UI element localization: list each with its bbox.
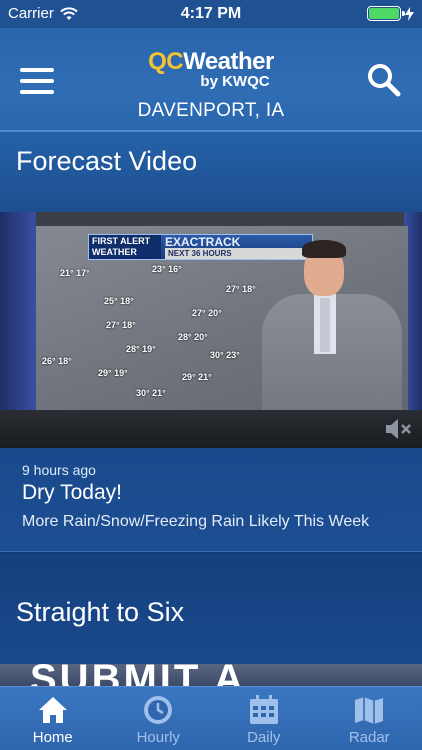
speaker-muted-icon xyxy=(386,419,411,439)
map-temp: 29° 21° xyxy=(182,372,212,382)
mute-button[interactable] xyxy=(384,416,414,442)
map-temp: 30° 23° xyxy=(210,350,240,360)
map-temp: 26° 18° xyxy=(42,356,72,366)
tab-bar: Home Hourly Daily Radar xyxy=(0,686,422,750)
status-time: 4:17 PM xyxy=(180,5,242,22)
logo-weather: Weather xyxy=(183,48,274,75)
straight-to-six-header: Straight to Six xyxy=(0,553,422,664)
home-icon xyxy=(38,697,67,723)
app-header: QCWeather by KWQC DAVENPORT, IA xyxy=(0,28,422,132)
map-temp: 25° 18° xyxy=(104,296,134,306)
logo-qc: QC xyxy=(148,48,184,75)
map-temp: 29° 19° xyxy=(98,368,128,378)
promo-text: SUBMIT A WEATHER xyxy=(30,664,245,686)
tab-hourly[interactable]: Hourly xyxy=(106,687,212,750)
article-title: Dry Today! xyxy=(22,481,122,504)
map-temp: 30° 21° xyxy=(136,388,166,398)
map-temp: 27° 20° xyxy=(192,308,222,318)
map-temp: 28° 20° xyxy=(178,332,208,342)
section-title-forecast-video: Forecast Video xyxy=(16,146,198,176)
article-timestamp: 9 hours ago xyxy=(22,462,96,478)
submit-weather-promo[interactable]: SUBMIT A WEATHER xyxy=(0,664,422,686)
article-card[interactable]: 9 hours ago Dry Today! More Rain/Snow/Fr… xyxy=(0,448,422,552)
tab-daily[interactable]: Daily xyxy=(211,687,317,750)
calendar-icon xyxy=(249,695,278,724)
location-label[interactable]: DAVENPORT, IA xyxy=(0,100,422,122)
banner-title: EXACTRACK xyxy=(165,235,241,249)
tab-radar[interactable]: Radar xyxy=(317,687,422,750)
search-button[interactable] xyxy=(366,62,402,98)
section-title-straight-to-six: Straight to Six xyxy=(16,597,185,627)
forecast-video-header: Forecast Video xyxy=(0,132,422,212)
battery-icon xyxy=(367,6,405,21)
banner-badge: FIRST ALERT WEATHER xyxy=(89,235,161,259)
tab-label: Daily xyxy=(247,729,281,746)
map-temp: 23° 16° xyxy=(152,264,182,274)
map-temp: 28° 19° xyxy=(126,344,156,354)
tab-label: Home xyxy=(32,729,73,746)
tab-label: Hourly xyxy=(136,729,180,746)
tab-home[interactable]: Home xyxy=(0,687,106,750)
map-temp: 27° 18° xyxy=(106,320,136,330)
magnifier-icon xyxy=(368,64,401,97)
anchor-desk xyxy=(0,410,422,448)
forecast-video-player[interactable]: FIRST ALERT WEATHER EXACTRACK NEXT 36 HO… xyxy=(0,212,422,448)
charging-bolt-icon xyxy=(405,6,414,21)
battery-status xyxy=(367,6,414,21)
tab-label: Radar xyxy=(348,729,390,746)
map-icon xyxy=(355,697,384,724)
battery-fill xyxy=(369,8,399,19)
article-summary: More Rain/Snow/Freezing Rain Likely This… xyxy=(22,513,370,530)
app-logo: QCWeather by KWQC xyxy=(0,50,422,90)
clock-icon xyxy=(144,696,173,724)
status-bar: Carrier 4:17 PM xyxy=(0,0,422,28)
map-temp: 21° 17° xyxy=(60,268,90,278)
